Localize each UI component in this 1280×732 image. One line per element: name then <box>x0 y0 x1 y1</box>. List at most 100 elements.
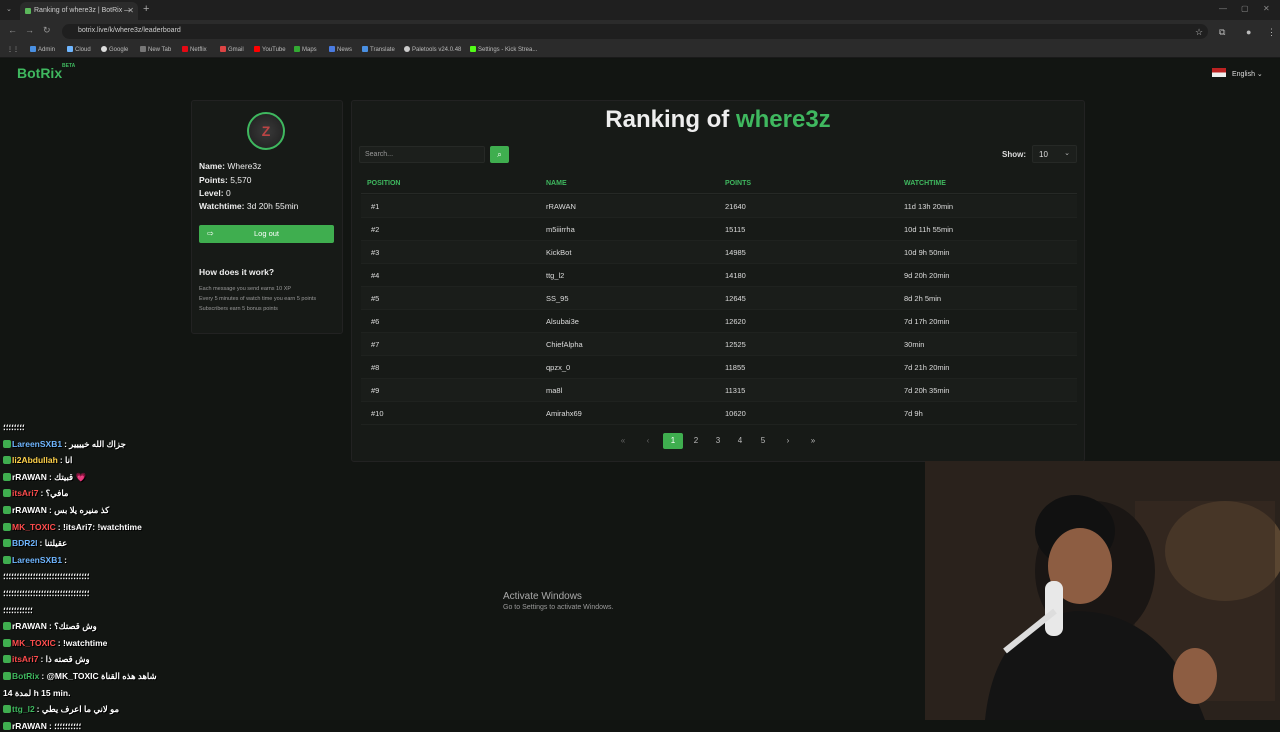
chat-text: : !itsAri7: !watchtime <box>57 521 142 532</box>
column-header-position[interactable]: POSITION <box>367 180 400 187</box>
cell-points: 14985 <box>725 248 746 257</box>
chevron-down-icon: ⌄ <box>1064 150 1070 157</box>
minimize-icon[interactable]: — <box>1219 4 1227 13</box>
language-selector[interactable]: English ⌄ <box>1212 68 1263 78</box>
chat-text: 14 لمدة h 15 min. <box>3 687 71 698</box>
prev-page-button[interactable]: ‹ <box>638 433 658 449</box>
cell-position: #3 <box>371 248 380 257</box>
search-input[interactable]: Search... <box>359 146 485 163</box>
bookmark-maps[interactable]: Maps <box>294 46 317 53</box>
page-button-2[interactable]: 2 <box>686 433 706 449</box>
botrix-logo[interactable]: BotRix <box>17 65 62 81</box>
close-tab-icon[interactable]: ✕ <box>127 6 134 15</box>
new-tab-icon[interactable]: + <box>143 3 149 15</box>
profile-icon[interactable]: ● <box>1246 27 1251 37</box>
cell-points: 11855 <box>725 363 746 372</box>
chat-username[interactable]: BotRix <box>12 671 39 681</box>
back-icon[interactable]: ← <box>8 25 17 35</box>
first-page-button[interactable]: « <box>613 433 633 449</box>
page-button-4[interactable]: 4 <box>730 433 750 449</box>
bookmark-translate[interactable]: Translate <box>362 46 395 53</box>
maximize-icon[interactable]: ▢ <box>1241 4 1249 13</box>
page-button-1[interactable]: 1 <box>663 433 683 449</box>
chat-username[interactable]: BDR2l <box>12 538 38 548</box>
chat-badge-icon <box>3 439 11 448</box>
browser-menu-icon[interactable]: ⋮ <box>1267 27 1276 38</box>
bookmark-google[interactable]: Google <box>101 46 128 53</box>
how-it-works-heading: How does it work? <box>199 267 275 277</box>
chat-badge-icon <box>3 506 11 514</box>
chat-username[interactable]: rRAWAN <box>12 621 47 631</box>
chat-message: LareenSXB1: جزاك الله خيييير <box>3 439 126 450</box>
close-window-icon[interactable]: ✕ <box>1263 4 1270 13</box>
show-count-select[interactable]: 10 ⌄ <box>1032 145 1077 163</box>
bookmark-news[interactable]: News <box>329 46 352 53</box>
bookmark-gmail[interactable]: Gmail <box>220 46 244 53</box>
bookmark-new-tab[interactable]: New Tab <box>140 46 171 53</box>
tab-search-icon[interactable]: ⌄ <box>6 5 12 13</box>
page-title: Ranking of where3z <box>605 106 831 133</box>
chat-username[interactable]: rRAWAN <box>12 721 47 731</box>
bookmark-star-icon[interactable]: ☆ <box>1195 27 1203 38</box>
cell-position: #8 <box>371 363 380 372</box>
cell-watchtime: 7d 17h 20min <box>904 317 950 326</box>
profile-watchtime: Watchtime: 3d 20h 55min <box>199 201 299 211</box>
chat-username[interactable]: LareenSXB1 <box>12 555 62 565</box>
cell-points: 14180 <box>725 271 746 280</box>
column-header-watchtime[interactable]: WATCHTIME <box>904 180 946 187</box>
column-header-points[interactable]: POINTS <box>725 180 751 187</box>
table-row <box>361 195 1077 218</box>
cell-watchtime: 30min <box>904 340 925 349</box>
last-page-button[interactable]: » <box>803 433 823 449</box>
windows-activation-subtitle: Go to Settings to activate Windows. <box>503 604 614 611</box>
chat-username[interactable]: itsAri7 <box>12 654 38 664</box>
next-page-button[interactable]: › <box>778 433 798 449</box>
cell-name: Alsubai3e <box>546 317 579 326</box>
chat-username[interactable]: ttg_l2 <box>12 704 35 714</box>
how-it-works-line: Every 5 minutes of watch time you earn 5… <box>199 296 317 302</box>
webcam-feed <box>925 461 1280 720</box>
chat-message: rRAWAN: قبيتك 💗 <box>3 472 86 483</box>
bookmark-netflix[interactable]: Netflix <box>182 46 207 53</box>
cell-watchtime: 7d 9h <box>904 409 923 418</box>
cell-name: qpzx_0 <box>546 363 571 372</box>
cell-watchtime: 8d 2h 5min <box>904 294 942 303</box>
cell-name: ttg_l2 <box>546 271 565 280</box>
cell-position: #5 <box>371 294 380 303</box>
url-input[interactable]: botrix.live/k/where3z/leaderboard <box>62 24 1208 39</box>
table-row <box>361 287 1077 310</box>
column-header-name[interactable]: NAME <box>546 180 567 187</box>
forward-icon[interactable]: → <box>25 25 34 35</box>
page-button-3[interactable]: 3 <box>708 433 728 449</box>
chat-username[interactable]: rRAWAN <box>12 472 47 482</box>
chat-message: BDR2l: عقيلتنا <box>3 538 67 549</box>
extensions-icon[interactable]: ⧉ <box>1219 27 1225 38</box>
chat-username[interactable]: LareenSXB1 <box>12 439 62 449</box>
tab-favicon-icon <box>25 8 31 14</box>
search-button[interactable]: ⌕ <box>490 146 509 163</box>
browser-tab[interactable]: Ranking of where3z | BotRix — ✕ <box>20 2 138 20</box>
chat-username[interactable]: itsAri7 <box>12 488 38 498</box>
cell-name: ma8l <box>546 386 563 395</box>
logout-button[interactable]: ⇨ Log out <box>199 225 334 243</box>
chat-text: : جزاك الله خيييير <box>64 438 126 449</box>
chat-message: rRAWAN: ؛؛؛؛؛؛؛؛؛؛ <box>3 721 81 732</box>
bookmark-cloud[interactable]: Cloud <box>67 46 91 53</box>
reload-icon[interactable]: ↻ <box>43 25 51 36</box>
bookmark-admin[interactable]: Admin <box>30 46 55 53</box>
apps-icon[interactable]: ⋮⋮ <box>7 46 19 53</box>
bookmark-youtube[interactable]: YouTube <box>254 46 286 53</box>
chat-username[interactable]: li2Abdullah <box>12 455 58 465</box>
chat-username[interactable]: MK_TOXIC <box>12 522 56 532</box>
chat-message: ؛؛؛؛؛؛؛؛ <box>3 422 25 433</box>
chat-username[interactable]: rRAWAN <box>12 505 47 515</box>
chat-badge-icon <box>3 705 11 714</box>
bookmark-paletools[interactable]: Paletools v24.0.48 <box>404 46 461 53</box>
table-row <box>361 264 1077 287</box>
chat-badge-icon <box>3 522 11 531</box>
table-row <box>361 310 1077 333</box>
bookmark-kick-settings[interactable]: Settings - Kick Strea... <box>470 46 537 53</box>
chat-text: ؛؛؛؛؛؛؛؛ <box>3 422 25 432</box>
chat-username[interactable]: MK_TOXIC <box>12 638 56 648</box>
page-button-5[interactable]: 5 <box>753 433 773 449</box>
